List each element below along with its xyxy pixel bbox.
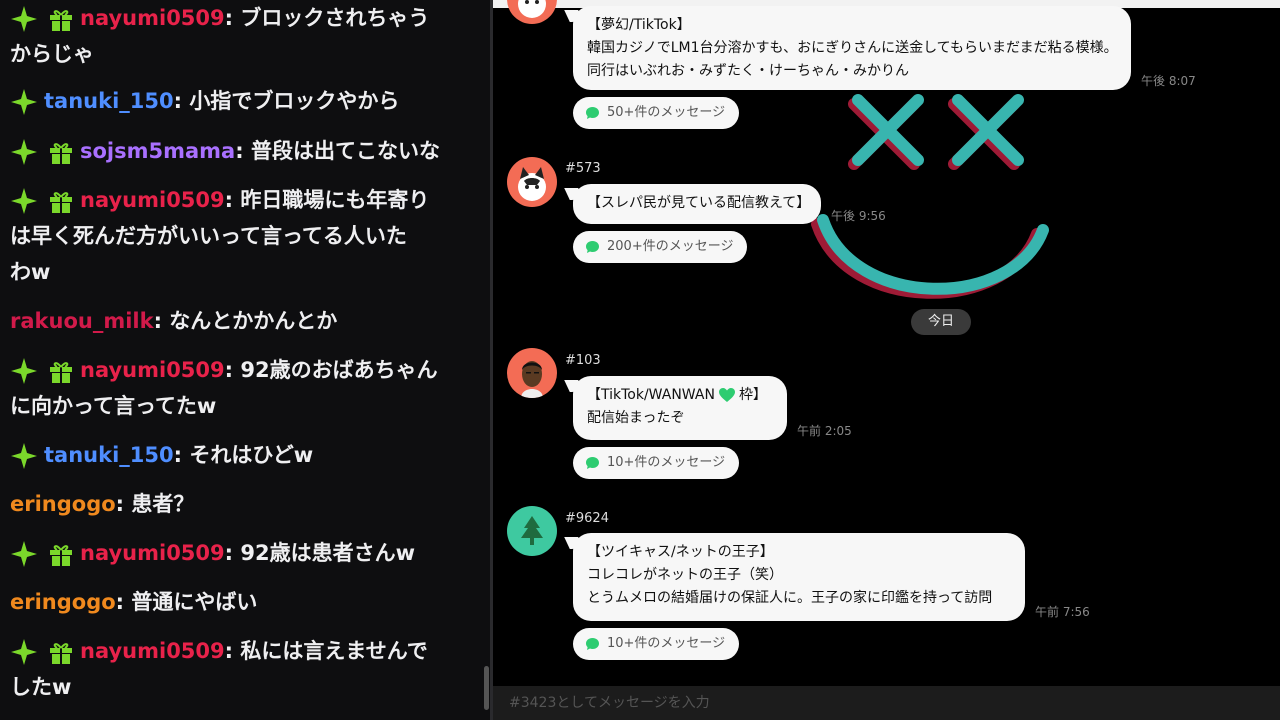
chat-message: sojsm5mama: 普段は出てこないな	[10, 133, 470, 169]
message-line: 同行はいぶれお・みずたく・けーちゃん・みかりん	[587, 63, 909, 79]
chat-message-text: 普通にやばい	[131, 590, 258, 614]
chat-message-text: に向かって言ってたw	[10, 394, 217, 418]
chat-message-text: からじゃ	[10, 42, 94, 66]
neon-smiley-background-image	[811, 94, 1049, 299]
chat-message: nayumi0509: 92歳は患者さんw	[10, 535, 470, 571]
chat-message-text: なんとかかんとか	[169, 309, 338, 333]
sparkle-badge-icon[interactable]	[10, 138, 38, 166]
chat-username[interactable]: nayumi0509	[80, 6, 225, 30]
chat-message-text: 私には言えませんで	[240, 639, 428, 663]
message-line: とうムメロの結婚届けの保証人に。王子の家に印鑑を持って訪問	[587, 590, 993, 606]
sparkle-badge-icon[interactable]	[10, 442, 38, 470]
chat-username[interactable]: rakuou_milk	[10, 309, 154, 333]
message-timestamp: 午前 2:05	[797, 424, 852, 438]
sparkle-badge-icon[interactable]	[10, 638, 38, 666]
date-divider: 今日	[911, 309, 971, 335]
gift-badge-icon[interactable]	[48, 189, 74, 213]
chat-message-text: 92歳のおばあちゃん	[240, 358, 438, 382]
thread-replies-label: 50+件のメッセージ	[607, 105, 726, 120]
post-number: #573	[565, 161, 601, 176]
chat-username[interactable]: nayumi0509	[80, 188, 225, 212]
chat-message: nayumi0509: ブロックされちゃう からじゃ	[10, 5, 430, 66]
message-timestamp: 午前 7:56	[1035, 605, 1090, 619]
thread-replies-button[interactable]: 50+件のメッセージ	[573, 97, 740, 129]
thread-replies-button[interactable]: 10+件のメッセージ	[573, 447, 740, 479]
message-line: 韓国カジノでLM1台分溶かすも、おにぎりさんに送金してもらいまだまだ粘る模様。	[587, 40, 1118, 56]
sparkle-badge-icon[interactable]	[10, 5, 38, 33]
chat-username[interactable]: tanuki_150	[44, 443, 174, 467]
message-line: コレコレがネットの王子（笑）	[587, 567, 783, 583]
man-avatar-icon[interactable]	[507, 348, 557, 398]
message-line-text: 枠】	[738, 387, 767, 403]
chat-bubble-icon	[586, 241, 599, 253]
chat-panel: nayumi0509: ブロックされちゃう からじゃ tanuki_150: 小指…	[0, 0, 490, 720]
chat-message-text: したw	[10, 675, 72, 699]
chat-message-text: わw	[10, 260, 51, 284]
sparkle-badge-icon[interactable]	[10, 187, 38, 215]
chat-username[interactable]: sojsm5mama	[80, 139, 235, 163]
chat-message: tanuki_150: それはひどw	[10, 437, 470, 473]
gift-badge-icon[interactable]	[48, 140, 74, 164]
chat-username[interactable]: nayumi0509	[80, 541, 225, 565]
chat-message: tanuki_150: 小指でブロックやから	[10, 83, 470, 119]
thread-replies-button[interactable]: 10+件のメッセージ	[573, 628, 740, 660]
message-line: 配信始まったぞ	[587, 410, 685, 426]
thread-feed-panel: 【夢幻/TikTok】 韓国カジノでLM1台分溶かすも、おにぎりさんに送金しても…	[493, 0, 1280, 720]
message-bubble[interactable]: 【TikTok/WANWAN 枠】 配信始まったぞ	[573, 376, 787, 440]
chat-bubble-icon	[586, 638, 599, 650]
thread-replies-label: 200+件のメッセージ	[607, 239, 734, 254]
message-input[interactable]	[493, 686, 1280, 720]
chat-message-text: それはひどw	[189, 443, 314, 467]
chat-message-text: 92歳は患者さんw	[240, 541, 415, 565]
chat-scrollbar[interactable]	[484, 666, 489, 710]
chat-message-text: は早く死んだ方がいいって言ってる人いた	[10, 224, 407, 248]
message-line-text: 【TikTok/WANWAN	[587, 387, 715, 403]
chat-message: eringogo: 患者？	[10, 492, 195, 516]
chat-message-text: 普段は出てこないな	[250, 139, 440, 163]
gift-badge-icon[interactable]	[48, 7, 74, 31]
message-bubble[interactable]: 【夢幻/TikTok】 韓国カジノでLM1台分溶かすも、おにぎりさんに送金しても…	[573, 6, 1131, 90]
message-line: 【夢幻/TikTok】	[587, 17, 691, 33]
gift-badge-icon[interactable]	[48, 542, 74, 566]
gift-badge-icon[interactable]	[48, 640, 74, 664]
chat-username[interactable]: eringogo	[10, 492, 116, 516]
chat-message-text: 昨日職場にも年寄り	[240, 188, 430, 212]
message-timestamp: 午後 8:07	[1141, 74, 1196, 88]
cat-avatar-icon[interactable]	[507, 157, 557, 207]
chat-message: rakuou_milk: なんとかかんとか	[10, 309, 338, 333]
thread-replies-label: 10+件のメッセージ	[607, 636, 726, 651]
chat-bubble-icon	[586, 107, 599, 119]
message-bubble[interactable]: 【スレパ民が見ている配信教えて】	[573, 184, 821, 224]
post-number: #9624	[565, 511, 609, 526]
thread-replies-label: 10+件のメッセージ	[607, 455, 726, 470]
gift-badge-icon[interactable]	[48, 359, 74, 383]
chat-username[interactable]: nayumi0509	[80, 639, 225, 663]
chat-message: nayumi0509: 92歳のおばあちゃん に向かって言ってたw	[10, 357, 438, 418]
message-line: 【スレパ民が見ている配信教えて】	[587, 195, 811, 211]
chat-username[interactable]: eringogo	[10, 590, 116, 614]
chat-message-text: ブロックされちゃう	[240, 6, 430, 30]
thread-replies-button[interactable]: 200+件のメッセージ	[573, 231, 748, 263]
chat-username[interactable]: nayumi0509	[80, 358, 225, 382]
chat-message: nayumi0509: 昨日職場にも年寄り は早く死んだ方がいいって言ってる人いた…	[10, 187, 430, 284]
sparkle-badge-icon[interactable]	[10, 357, 38, 385]
message-bubble[interactable]: 【ツイキャス/ネットの王子】 コレコレがネットの王子（笑） とうムメロの結婚届け…	[573, 533, 1025, 621]
chat-bubble-icon	[586, 457, 599, 469]
message-line: 【TikTok/WANWAN 枠】	[587, 384, 773, 407]
sparkle-badge-icon[interactable]	[10, 540, 38, 568]
green-heart-icon	[718, 388, 735, 402]
chat-message-text: 小指でブロックやから	[189, 89, 400, 113]
cat-avatar-icon[interactable]	[507, 0, 557, 24]
chat-message: nayumi0509: 私には言えませんで したw	[10, 638, 428, 699]
tree-avatar-icon[interactable]	[507, 506, 557, 556]
chat-message-text: 患者？	[131, 492, 195, 516]
post-number: #103	[565, 353, 601, 368]
chat-username[interactable]: tanuki_150	[44, 89, 174, 113]
message-timestamp: 午後 9:56	[831, 209, 886, 223]
sparkle-badge-icon[interactable]	[10, 88, 38, 116]
message-line: 【ツイキャス/ネットの王子】	[587, 544, 774, 560]
chat-message: eringogo: 普通にやばい	[10, 590, 258, 614]
